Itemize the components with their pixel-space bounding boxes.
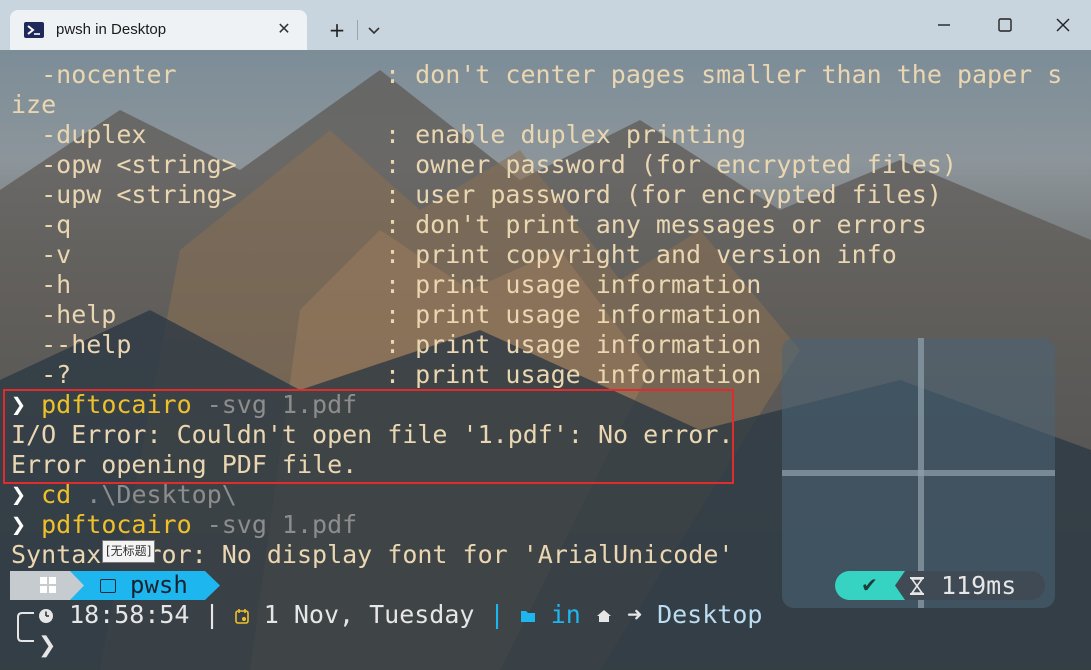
- close-window-button[interactable]: [1043, 10, 1083, 40]
- prompt-chevron-icon: ❯: [11, 510, 27, 539]
- untitled-tooltip: [无标题]: [102, 540, 156, 563]
- calendar-icon: [234, 609, 249, 624]
- minimize-button[interactable]: [924, 10, 964, 40]
- status-line: 18:58:54 | 1 Nov, Tuesday | in ➜ Desktop: [38, 600, 762, 630]
- title-bar: pwsh in Desktop ✕ +: [0, 0, 1091, 50]
- status-segment: ✔ 119ms: [835, 571, 1045, 600]
- help-line: -q: don't print any messages or errors: [11, 210, 927, 239]
- close-tab-icon[interactable]: ✕: [274, 19, 294, 39]
- duration: 119ms: [941, 571, 1017, 600]
- shell-segment: pwsh: [70, 571, 220, 600]
- maximize-button[interactable]: [985, 10, 1025, 40]
- help-line: -upw <string>: user password (for encryp…: [11, 180, 942, 209]
- tab-dropdown-button[interactable]: [362, 16, 386, 44]
- help-line: -v: print copyright and version info: [11, 240, 897, 269]
- close-icon: [1056, 18, 1070, 32]
- maximize-icon: [998, 18, 1012, 32]
- tab-title: pwsh in Desktop: [56, 21, 167, 38]
- windows-logo-icon: [40, 577, 56, 593]
- in-word: in: [550, 600, 581, 629]
- powershell-icon: [24, 22, 44, 38]
- folder-icon: [520, 611, 535, 622]
- clock-icon: [39, 609, 53, 623]
- prompt-chevron-icon: ❯: [11, 480, 27, 509]
- help-line: ize: [11, 90, 57, 119]
- os-segment: [10, 571, 85, 600]
- terminal-icon: [100, 579, 116, 593]
- help-line: -duplex: enable duplex printing: [11, 120, 747, 149]
- help-line: -opw <string>: owner password (for encry…: [11, 150, 957, 179]
- current-directory: Desktop: [657, 600, 763, 629]
- command-line: ❯ pdftocairo -svg 1.pdf: [11, 510, 358, 539]
- command-line: ❯ cd .\Desktop\: [11, 480, 237, 509]
- hourglass-icon: [910, 577, 924, 595]
- help-line: -h: print usage information: [11, 270, 762, 299]
- titlebar-divider: [357, 20, 358, 40]
- arrow-icon: ➜: [626, 600, 642, 629]
- new-tab-button[interactable]: +: [322, 16, 352, 44]
- tab-pwsh[interactable]: pwsh in Desktop ✕: [10, 10, 307, 50]
- help-line: -nocenter: don't center pages smaller th…: [11, 60, 1063, 89]
- success-segment: ✔: [835, 571, 905, 600]
- date: 1 Nov, Tuesday: [263, 600, 475, 629]
- shell-name: pwsh: [130, 571, 188, 599]
- help-line: -help: print usage information: [11, 300, 762, 329]
- error-highlight-box: [3, 389, 734, 484]
- prompt-connector-icon: [17, 612, 34, 642]
- home-icon: [596, 610, 611, 622]
- minimize-icon: [938, 24, 950, 26]
- help-line: -?: print usage information: [11, 360, 762, 389]
- help-line: --help: print usage information: [11, 330, 762, 359]
- clock-time: 18:58:54: [69, 600, 190, 629]
- input-prompt-chevron-icon[interactable]: ❯: [38, 631, 56, 661]
- chevron-down-icon: [368, 27, 380, 35]
- check-icon: ✔: [861, 573, 878, 597]
